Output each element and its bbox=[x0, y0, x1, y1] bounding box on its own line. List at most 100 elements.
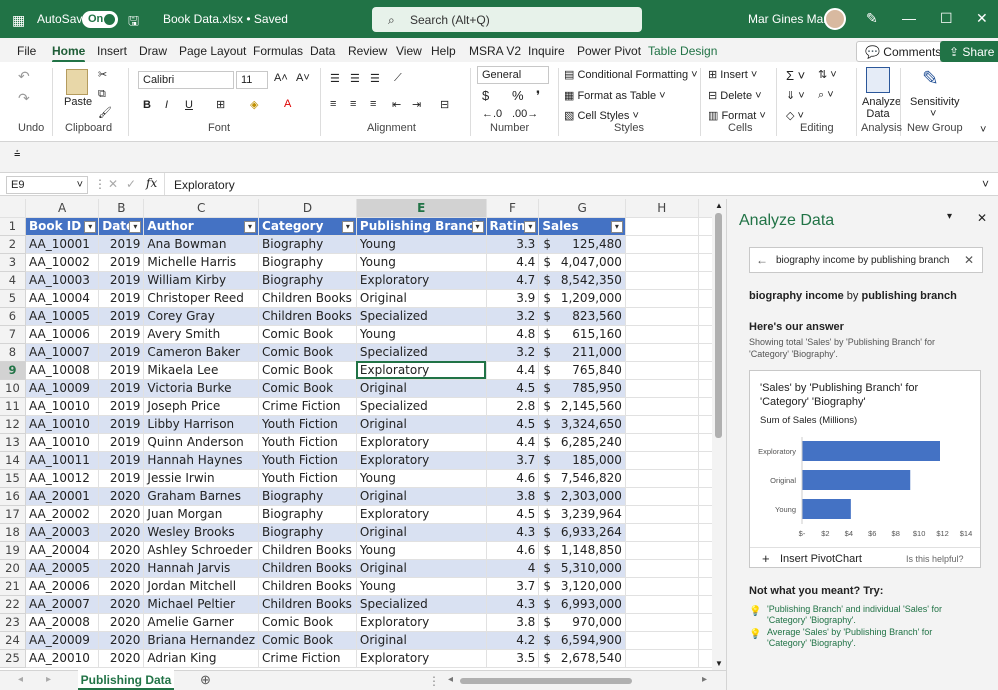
table-cell[interactable]: 2020 bbox=[98, 649, 145, 668]
copy-icon[interactable]: ⧉ bbox=[98, 88, 106, 101]
vertical-scrollbar[interactable]: ▲ ▼ bbox=[712, 199, 726, 670]
table-cell[interactable]: AA_10010 bbox=[25, 397, 100, 416]
table-header-cell[interactable]: Date ▾ bbox=[98, 217, 145, 236]
table-cell[interactable]: 4.4 bbox=[486, 433, 540, 452]
table-cell[interactable]: Specialized bbox=[356, 397, 487, 416]
table-cell[interactable]: Victoria Burke bbox=[143, 379, 260, 398]
name-box[interactable]: E9 ˅ bbox=[6, 176, 88, 194]
table-cell[interactable]: $785,950 bbox=[538, 379, 626, 398]
empty-cell[interactable] bbox=[625, 361, 699, 380]
decrease-decimal-icon[interactable]: .00→ bbox=[512, 108, 538, 120]
table-cell[interactable]: Amelie Garner bbox=[143, 613, 260, 632]
row-header[interactable]: 11 bbox=[0, 397, 26, 416]
table-cell[interactable]: Exploratory bbox=[356, 649, 487, 668]
tab-help[interactable]: Help bbox=[431, 44, 456, 58]
table-cell[interactable]: Cameron Baker bbox=[143, 343, 260, 362]
empty-cell[interactable] bbox=[625, 451, 699, 470]
font-color-icon[interactable]: A bbox=[284, 98, 291, 110]
table-header-cell[interactable]: Rating ▾ bbox=[486, 217, 540, 236]
tab-formulas[interactable]: Formulas bbox=[253, 44, 303, 58]
table-cell[interactable]: 2019 bbox=[98, 469, 145, 488]
row-header[interactable]: 22 bbox=[0, 595, 26, 614]
row-header[interactable]: 25 bbox=[0, 649, 26, 668]
tab-data[interactable]: Data bbox=[310, 44, 335, 58]
table-cell[interactable]: 4.3 bbox=[486, 595, 540, 614]
maximize-icon[interactable]: ☐ bbox=[940, 10, 953, 27]
table-cell[interactable]: Biography bbox=[258, 523, 357, 542]
row-header[interactable]: 4 bbox=[0, 271, 26, 290]
table-cell[interactable]: Young bbox=[356, 325, 487, 344]
row-header[interactable]: 1 bbox=[0, 217, 26, 236]
filter-dropdown-icon[interactable]: ▾ bbox=[341, 220, 354, 233]
scroll-left-icon[interactable]: ◂ bbox=[448, 674, 453, 685]
table-cell[interactable]: Original bbox=[356, 559, 487, 578]
table-header-cell[interactable]: Author ▾ bbox=[143, 217, 260, 236]
search-box[interactable]: ⌕ Search (Alt+Q) bbox=[372, 7, 642, 32]
table-cell[interactable]: Adrian King bbox=[143, 649, 260, 668]
avatar[interactable] bbox=[824, 8, 846, 30]
share-button[interactable]: ⇪ Share bbox=[940, 41, 998, 62]
table-header-cell[interactable]: Publishing Branch ▾ bbox=[356, 217, 487, 236]
filter-dropdown-icon[interactable]: ▾ bbox=[610, 220, 623, 233]
table-cell[interactable]: Joseph Price bbox=[143, 397, 260, 416]
table-cell[interactable]: AA_20003 bbox=[25, 523, 100, 542]
table-cell[interactable]: Crime Fiction bbox=[258, 649, 357, 668]
table-cell[interactable]: 4.5 bbox=[486, 415, 540, 434]
table-cell[interactable]: 2020 bbox=[98, 631, 145, 650]
align-left-icon[interactable]: ≡ bbox=[330, 98, 336, 110]
empty-cell[interactable] bbox=[625, 397, 699, 416]
row-header[interactable]: 21 bbox=[0, 577, 26, 596]
bar-chart[interactable]: Exploratory Original Young $- $2 $4 $6 $8 $10 $12… bbox=[750, 431, 982, 541]
table-cell[interactable]: Specialized bbox=[356, 307, 487, 326]
table-cell[interactable]: AA_10012 bbox=[25, 469, 100, 488]
table-cell[interactable]: $765,840 bbox=[538, 361, 626, 380]
empty-cell[interactable] bbox=[625, 523, 699, 542]
table-cell[interactable]: $7,546,820 bbox=[538, 469, 626, 488]
table-header-cell[interactable]: Category ▾ bbox=[258, 217, 357, 236]
pen-icon[interactable]: ✎ bbox=[866, 10, 878, 27]
redo-icon[interactable]: ↷ bbox=[18, 90, 30, 107]
row-header[interactable]: 3 bbox=[0, 253, 26, 272]
table-header-cell[interactable]: Sales ▾ bbox=[538, 217, 626, 236]
table-cell[interactable]: 4.5 bbox=[486, 379, 540, 398]
table-cell[interactable]: Original bbox=[356, 415, 487, 434]
undo-icon[interactable]: ↶ bbox=[18, 68, 30, 85]
empty-cell[interactable] bbox=[625, 235, 699, 254]
table-cell[interactable]: Original bbox=[356, 631, 487, 650]
formula-input[interactable]: Exploratory bbox=[174, 178, 235, 192]
paste-label[interactable]: Paste bbox=[64, 96, 92, 108]
align-right-icon[interactable]: ≡ bbox=[370, 98, 376, 110]
table-cell[interactable]: 2019 bbox=[98, 289, 145, 308]
table-cell[interactable]: 2019 bbox=[98, 271, 145, 290]
empty-cell[interactable] bbox=[625, 505, 699, 524]
table-cell[interactable]: Exploratory bbox=[356, 613, 487, 632]
table-cell[interactable]: Briana Hernandez bbox=[143, 631, 260, 650]
table-cell[interactable]: Comic Book bbox=[258, 379, 357, 398]
row-header[interactable]: 17 bbox=[0, 505, 26, 524]
underline-icon[interactable]: U bbox=[185, 99, 193, 111]
row-header[interactable]: 23 bbox=[0, 613, 26, 632]
table-cell[interactable]: Children Books bbox=[258, 541, 357, 560]
empty-cell[interactable] bbox=[625, 307, 699, 326]
table-cell[interactable]: 4 bbox=[486, 559, 540, 578]
table-cell[interactable]: Youth Fiction bbox=[258, 469, 357, 488]
table-cell[interactable]: $211,000 bbox=[538, 343, 626, 362]
close-icon[interactable]: ✕ bbox=[976, 10, 988, 27]
table-cell[interactable]: AA_20009 bbox=[25, 631, 100, 650]
customize-qat-icon[interactable]: ⩮ bbox=[14, 148, 20, 161]
tab-msra-v2[interactable]: MSRA V2 bbox=[469, 44, 521, 58]
sensitivity-button[interactable]: Sensitivity bbox=[910, 96, 960, 108]
row-header[interactable]: 19 bbox=[0, 541, 26, 560]
horizontal-scroll-thumb[interactable] bbox=[460, 678, 632, 684]
percent-icon[interactable]: % bbox=[512, 88, 524, 103]
table-cell[interactable]: $6,285,240 bbox=[538, 433, 626, 452]
pane-options-icon[interactable]: ▾ bbox=[947, 211, 952, 222]
table-cell[interactable]: 4.3 bbox=[486, 523, 540, 542]
row-header[interactable]: 2 bbox=[0, 235, 26, 254]
table-cell[interactable]: AA_10010 bbox=[25, 415, 100, 434]
empty-cell[interactable] bbox=[625, 325, 699, 344]
collapse-ribbon-icon[interactable]: ˅ bbox=[980, 124, 986, 136]
table-cell[interactable]: AA_20002 bbox=[25, 505, 100, 524]
table-cell[interactable]: 2019 bbox=[98, 325, 145, 344]
table-cell[interactable]: AA_20005 bbox=[25, 559, 100, 578]
